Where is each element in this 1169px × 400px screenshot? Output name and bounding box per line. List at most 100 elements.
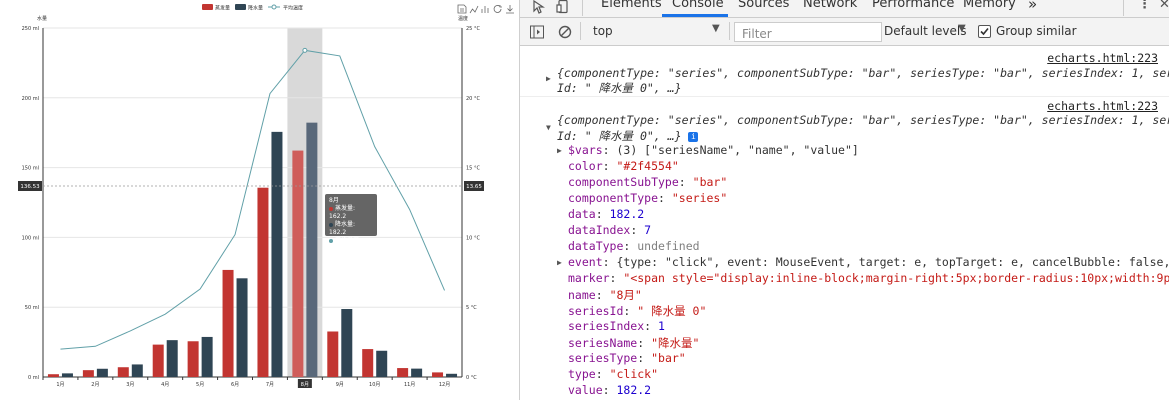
data-view-glyph: [457, 4, 467, 14]
group-similar-checkbox[interactable]: [978, 25, 991, 38]
chart-pane[interactable]: 0 ml 0 °C 50 ml 5 °C 100 ml 10 °C 150 ml 15 °C 2…: [0, 0, 519, 400]
property-key: componentType: [568, 191, 659, 205]
clear-console-icon[interactable]: [558, 24, 572, 43]
tab-network[interactable]: Network: [803, 0, 857, 11]
y-tick-label-right: 20 °C: [466, 96, 480, 102]
property-separator: :: [637, 351, 652, 365]
expand-arrow-icon[interactable]: ▶: [557, 258, 562, 267]
y-tick-label-right: 10 °C: [466, 235, 480, 241]
sidebar-toggle-icon[interactable]: [530, 24, 544, 43]
tooltip-row: 降水量: 182.2: [329, 221, 373, 237]
property-key: dataIndex: [568, 223, 631, 237]
temperature-point: [302, 47, 308, 53]
property-value: "8月": [609, 288, 642, 302]
property-value: "series": [671, 191, 728, 205]
log-object-preview-cont[interactable]: Id: " 降水量 0", …}: [557, 80, 682, 96]
object-property-type: type: "click": [568, 367, 658, 381]
log-object-preview-cont[interactable]: Id: " 降水量 0", …} i: [557, 128, 699, 144]
expand-arrow-icon[interactable]: ▶: [557, 146, 562, 155]
object-property-event[interactable]: ▶ event: {type: "click", event: MouseEven…: [557, 255, 1169, 269]
property-separator: :: [602, 143, 617, 157]
property-value: 182.2: [609, 207, 645, 221]
property-value: "bar": [692, 175, 728, 189]
tab-sources[interactable]: Sources: [738, 0, 789, 11]
property-key: marker: [568, 271, 610, 285]
chart-canvas[interactable]: 0 ml 0 °C 50 ml 5 °C 100 ml 10 °C 150 ml 15 °C 2…: [0, 0, 519, 400]
log-object-preview[interactable]: {componentType: "series", componentSubTy…: [557, 113, 1169, 127]
tab-elements[interactable]: Elements: [601, 0, 662, 11]
filter-input-box[interactable]: [734, 22, 882, 42]
close-devtools-icon[interactable]: ✕: [1159, 0, 1169, 12]
y-tick-label-left: 150 ml: [22, 166, 39, 172]
bar-evaporation: [257, 187, 269, 377]
property-separator: :: [609, 271, 624, 285]
object-property-name: name: "8月": [568, 287, 642, 303]
tooltip-row: 平均温度: 23.4: [329, 237, 373, 253]
inspect-element-icon[interactable]: [532, 0, 546, 18]
legend-swatch-marker: [271, 4, 277, 10]
collapse-arrow-icon[interactable]: ▼: [546, 123, 551, 132]
bar-precipitation: [341, 309, 353, 377]
restore-icon[interactable]: [493, 5, 502, 13]
bar-precipitation: [306, 122, 318, 377]
crosshair-label-right: 13.65: [466, 184, 482, 190]
more-tabs-icon[interactable]: »: [1028, 0, 1037, 13]
data-view-icon[interactable]: [457, 4, 467, 14]
bar-precipitation: [236, 278, 248, 377]
device-toolbar-icon[interactable]: [556, 0, 570, 18]
save-image-icon[interactable]: [506, 5, 514, 14]
property-key: event: [568, 255, 603, 269]
source-link[interactable]: echarts.html:223: [1047, 51, 1158, 65]
toolbar-separator: [580, 22, 581, 40]
tooltip-dot: [329, 206, 333, 211]
bar-evaporation: [47, 374, 59, 377]
property-value: "bar": [651, 351, 686, 365]
bar-evaporation: [292, 150, 304, 377]
line-type-glyph: [469, 5, 479, 14]
customize-menu-icon[interactable]: ⋮: [1138, 0, 1151, 12]
property-separator: :: [644, 319, 659, 333]
line-type-icon[interactable]: [469, 5, 479, 14]
filter-input[interactable]: [740, 26, 880, 42]
info-icon[interactable]: i: [688, 131, 699, 142]
property-value: 182.2: [616, 383, 652, 397]
console-message: echarts.html:223 ▼ {componentType: "seri…: [520, 96, 1169, 400]
property-value: "#2f4554": [616, 159, 679, 173]
y-tick-label-right: 0 °C: [466, 375, 477, 381]
y-tick-label-right: 5 °C: [466, 305, 477, 311]
property-key: dataType: [568, 239, 624, 253]
x-tick-label: 11月: [404, 382, 415, 388]
tooltip-dot: [329, 238, 333, 243]
tab-performance[interactable]: Performance: [872, 0, 954, 11]
log-object-preview[interactable]: {componentType: "series", componentSubTy…: [557, 66, 1169, 80]
object-property-value: value: 182.2: [568, 383, 651, 397]
bar-type-glyph: [481, 6, 489, 13]
toolbar-separator: [729, 22, 730, 40]
bar-precipitation: [61, 373, 73, 377]
property-separator: :: [602, 159, 617, 173]
bar-precipitation: [376, 350, 388, 377]
devtools-tab-bar: Elements Console Sources Network Perform…: [520, 0, 1169, 18]
object-property-componenttype: componentType: "series": [568, 191, 727, 205]
property-key: $vars: [568, 143, 603, 157]
chevron-down-icon: ▼: [958, 23, 966, 34]
console-message: echarts.html:223 ▶ {componentType: "seri…: [520, 46, 1169, 96]
toolbar-separator: [1123, 0, 1124, 16]
tab-memory[interactable]: Memory: [963, 0, 1016, 11]
property-value: " 降水量 0": [637, 304, 707, 318]
bar-type-icon[interactable]: [481, 6, 489, 13]
y-axis-title-right: 温度: [458, 15, 468, 22]
property-separator: :: [678, 175, 693, 189]
object-property-vars[interactable]: ▶ $vars: (3) ["seriesName", "name", "valu…: [557, 143, 859, 157]
source-link[interactable]: echarts.html:223: [1047, 99, 1158, 113]
tab-console[interactable]: Console: [672, 0, 724, 11]
console-output[interactable]: echarts.html:223 ▶ {componentType: "seri…: [520, 46, 1169, 400]
property-key: componentSubType: [568, 175, 679, 189]
tooltip-row-label: 蒸发量: 162.2: [329, 205, 356, 220]
object-property-datatype: dataType: undefined: [568, 239, 700, 253]
property-key: value: [568, 383, 603, 397]
tooltip-row: 蒸发量: 162.2: [329, 205, 373, 221]
property-key: name: [568, 288, 596, 302]
expand-arrow-icon[interactable]: ▶: [546, 74, 551, 83]
x-tick-label: 7月: [266, 382, 274, 388]
